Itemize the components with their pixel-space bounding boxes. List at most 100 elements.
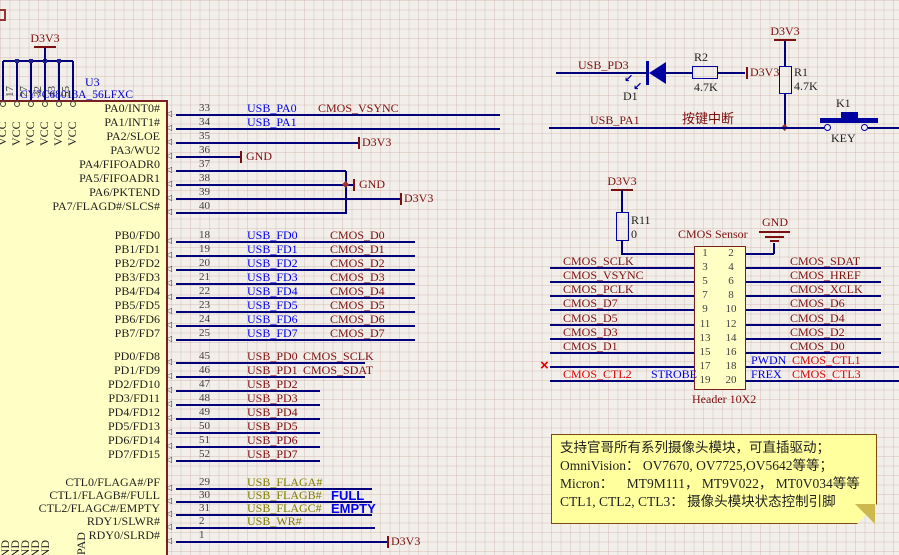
net-label[interactable]: USB_PA0 — [247, 102, 297, 115]
net-label[interactable]: USB_FD2 — [247, 257, 298, 270]
net-label[interactable]: CMOS_VSYNC — [563, 269, 644, 282]
power-port-label[interactable]: D3V3 — [600, 175, 644, 188]
net-label[interactable]: USB_PA1 — [247, 116, 297, 129]
no-erc-marker[interactable]: × — [540, 357, 549, 374]
net-label[interactable]: CMOS_D4 — [790, 312, 845, 325]
chip-refdes[interactable]: U3 — [85, 76, 100, 89]
component-refdes[interactable]: R2 — [694, 51, 708, 64]
net-label[interactable]: CMOS_D7 — [563, 297, 618, 310]
net-label[interactable]: USB_FD7 — [247, 327, 298, 340]
pin-number[interactable]: 43 — [46, 86, 59, 97]
wire[interactable] — [773, 243, 775, 254]
resistor-R1[interactable] — [779, 66, 792, 94]
wire[interactable] — [868, 127, 899, 129]
component-refdes[interactable]: R11 — [631, 214, 651, 227]
net-label[interactable]: USB_FD5 — [247, 299, 298, 312]
net-label[interactable]: USB_PD7 — [247, 448, 298, 461]
port-label[interactable]: CMOS_D7 — [330, 327, 385, 340]
wire[interactable] — [176, 541, 387, 543]
wire[interactable] — [746, 253, 774, 255]
switch-actuator[interactable] — [820, 118, 878, 123]
chip-pin-name[interactable]: GND — [38, 540, 52, 555]
component-value[interactable]: 4.7K — [794, 80, 818, 93]
port-label[interactable]: CMOS_D3 — [330, 271, 385, 284]
component-value[interactable]: 4.7K — [694, 81, 718, 94]
wire[interactable] — [44, 48, 46, 61]
ground-port-label[interactable]: GND — [359, 178, 385, 191]
net-label[interactable]: CMOS_XCLK — [790, 283, 863, 296]
net-label[interactable]: USB_FD6 — [247, 313, 298, 326]
pin-function-label[interactable]: STROBE — [651, 368, 697, 381]
component-refdes[interactable]: K1 — [836, 97, 851, 110]
net-label[interactable]: CMOS_D5 — [563, 312, 618, 325]
net-label[interactable]: CMOS_CTL1 — [792, 354, 861, 367]
flag-tag[interactable]: EMPTY — [331, 502, 376, 515]
power-port-label[interactable]: D3V3 — [23, 32, 67, 45]
resistor-R2[interactable] — [692, 66, 718, 79]
pin-function-label[interactable]: PWDN — [751, 354, 786, 367]
net-label[interactable]: USB_PD5 — [247, 420, 298, 433]
wire[interactable] — [176, 212, 346, 214]
pin-function-label[interactable]: FREX — [751, 368, 782, 381]
wire[interactable] — [621, 190, 623, 212]
net-label[interactable]: CMOS_D2 — [790, 326, 845, 339]
port-label[interactable]: CMOS_VSYNC — [318, 102, 399, 115]
net-label[interactable]: USB_PD1 — [247, 364, 298, 377]
sensor-title[interactable]: CMOS Sensor — [678, 228, 748, 241]
power-port-label[interactable]: D3V3 — [404, 192, 433, 205]
net-label[interactable]: CMOS_D3 — [563, 326, 618, 339]
net-label[interactable]: USB_WR# — [247, 515, 302, 528]
ground-label[interactable]: GND — [762, 216, 788, 229]
port-label[interactable]: CMOS_SCLK — [303, 350, 374, 363]
wire[interactable] — [176, 128, 500, 130]
net-label[interactable]: CMOS_D1 — [563, 340, 618, 353]
chip-pin-name[interactable]: VCC — [0, 121, 9, 146]
component-value[interactable]: KEY — [831, 132, 856, 145]
resistor-R11[interactable] — [616, 212, 629, 241]
power-port-label[interactable]: D3V3 — [763, 25, 807, 38]
net-label[interactable]: CMOS_CTL3 — [792, 368, 861, 381]
port-label[interactable]: CMOS_SDAT — [303, 364, 373, 377]
pin-number[interactable]: 55 — [60, 86, 73, 97]
component-value[interactable]: 0 — [631, 228, 637, 241]
component-refdes[interactable]: D1 — [623, 90, 638, 103]
net-label[interactable]: USB_FD1 — [247, 243, 298, 256]
net-label[interactable]: USB_PD3 — [247, 392, 298, 405]
power-port-label[interactable]: D3V3 — [362, 136, 391, 149]
port-label[interactable]: CMOS_D0 — [330, 229, 385, 242]
net-label[interactable]: USB_FD4 — [247, 285, 298, 298]
net-label[interactable]: USB_PD6 — [247, 434, 298, 447]
net-label[interactable]: USB_PD2 — [247, 378, 298, 391]
net-label[interactable]: USB_FD3 — [247, 271, 298, 284]
port-label[interactable]: CMOS_D2 — [330, 257, 385, 270]
power-port-label[interactable]: D3V3 — [750, 66, 779, 79]
component-refdes[interactable]: R1 — [794, 66, 808, 79]
wire[interactable] — [345, 171, 347, 214]
led-diode[interactable] — [649, 62, 666, 84]
net-label[interactable]: USB_FD0 — [247, 229, 298, 242]
schematic-canvas[interactable]: U3 CY7C68013A_56LFXC CMOS Sensor Header … — [0, 0, 899, 555]
net-label[interactable]: CMOS_HREF — [790, 269, 861, 282]
wire[interactable] — [549, 127, 824, 129]
ground-port-label[interactable]: GND — [246, 150, 272, 163]
port-label[interactable]: CMOS_D1 — [330, 243, 385, 256]
wire[interactable] — [784, 41, 786, 66]
port-label[interactable]: CMOS_D6 — [330, 313, 385, 326]
sensor-header-type[interactable]: Header 10X2 — [692, 393, 756, 406]
net-label[interactable]: CMOS_SCLK — [563, 255, 634, 268]
net-label[interactable]: USB_PD3 — [578, 59, 629, 72]
net-label[interactable]: CMOS_D6 — [790, 297, 845, 310]
net-label[interactable]: CMOS_SDAT — [790, 255, 860, 268]
pin-number[interactable]: 17 — [4, 86, 17, 97]
net-label[interactable]: USB_PA1 — [590, 114, 640, 127]
port-label[interactable]: CMOS_D4 — [330, 285, 385, 298]
port-label[interactable]: CMOS_D5 — [330, 299, 385, 312]
net-label[interactable]: CMOS_CTL2 — [563, 368, 632, 381]
pin-number[interactable]: 32 — [32, 86, 45, 97]
key-caption[interactable]: 按键中断 — [682, 111, 734, 126]
vcc-bus-wire[interactable] — [3, 60, 73, 62]
pin-number[interactable]: 27 — [18, 86, 31, 97]
net-label[interactable]: CMOS_PCLK — [563, 283, 634, 296]
wire[interactable] — [666, 72, 692, 74]
net-label[interactable]: USB_PD0 — [247, 350, 298, 363]
